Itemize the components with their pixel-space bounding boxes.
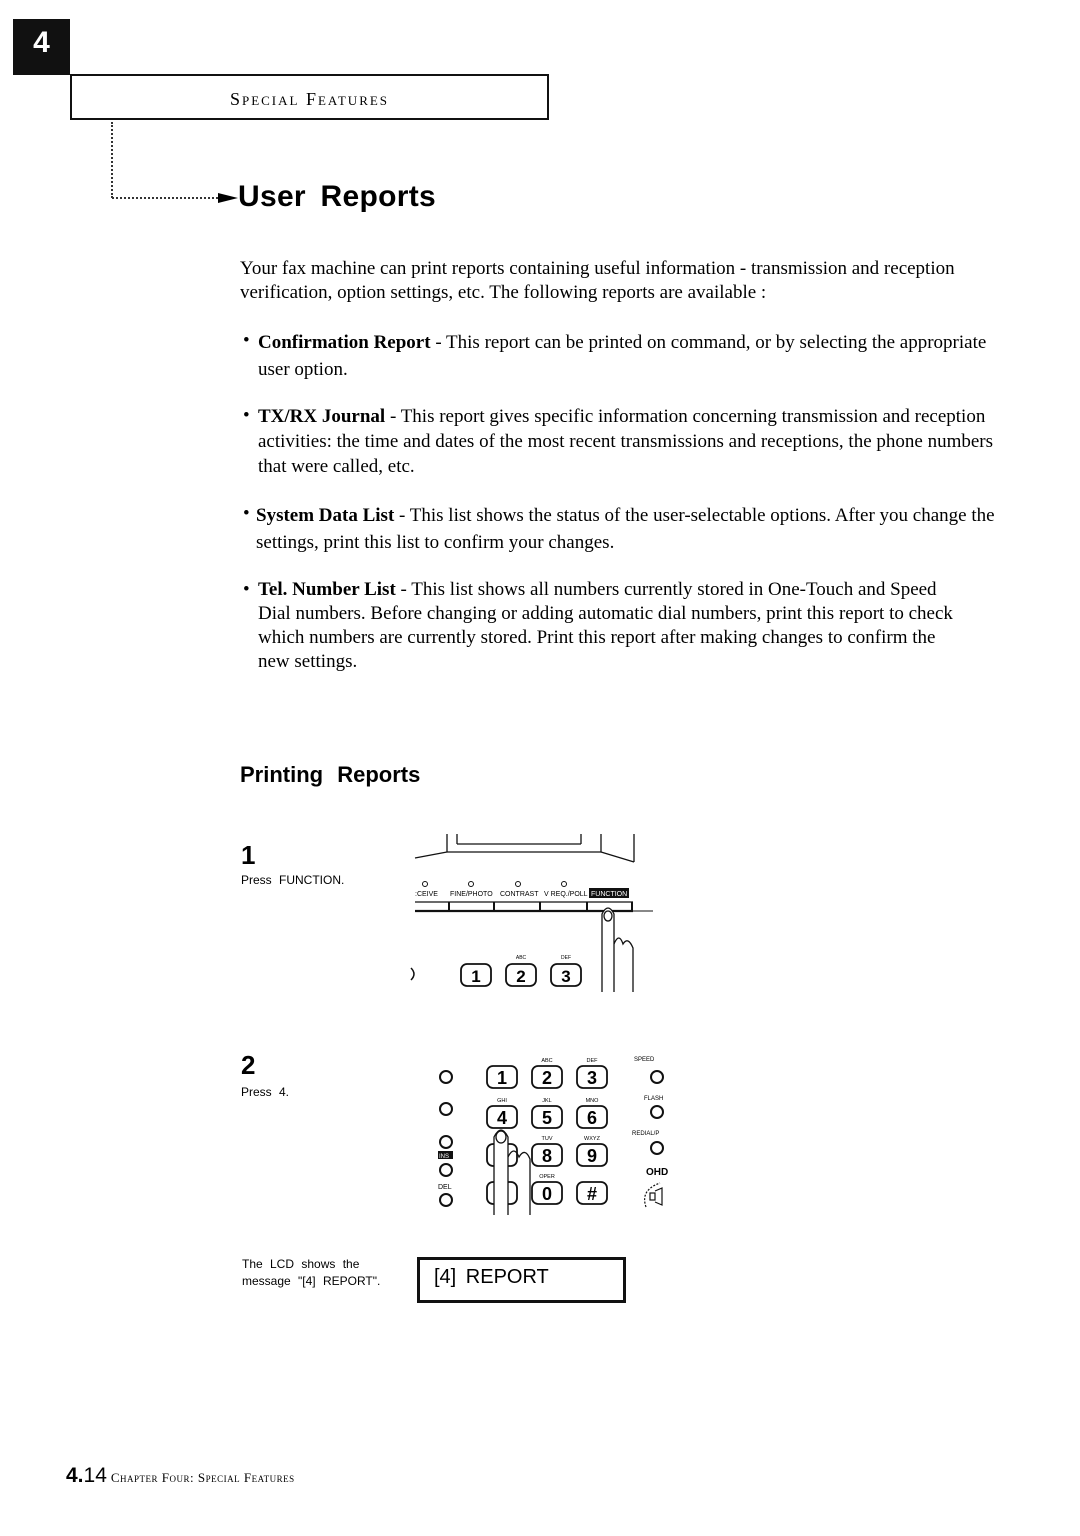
key-digit: 4 — [497, 1108, 507, 1128]
key-digit: 1 — [471, 967, 480, 986]
key-digit: 2 — [542, 1068, 552, 1088]
report-name: System Data List — [256, 505, 395, 526]
lcd-housing — [414, 834, 635, 863]
step-caption: Press 4. — [241, 1085, 290, 1099]
key-letters: DEF — [587, 1058, 599, 1064]
flash-label: FLASH — [644, 1096, 663, 1102]
report-name: TX/RX Journal — [258, 406, 386, 427]
page-number-major: 4. — [66, 1464, 84, 1487]
section-title: Special Features — [229, 89, 390, 109]
step-number: 2 — [241, 1050, 256, 1080]
key-digit: 9 — [587, 1146, 597, 1166]
report-name: Tel. Number List — [258, 579, 396, 600]
speed-label: SPEED — [634, 1057, 655, 1063]
speaker-icon — [644, 1182, 663, 1208]
page-title: User Reports — [238, 180, 436, 213]
arrow-right-icon — [218, 193, 238, 203]
key-edge — [410, 967, 415, 981]
report-name: Confirmation Report — [258, 332, 431, 353]
chapter-number: 4 — [33, 26, 50, 59]
button-label-receive: :CEIVE — [415, 891, 438, 898]
step-caption: Press FUNCTION. — [241, 873, 345, 887]
key-digit: 3 — [561, 967, 570, 986]
dotted-connector-vertical — [111, 122, 113, 198]
panel-button-strip — [415, 901, 653, 913]
right-function-buttons — [650, 1070, 664, 1155]
lcd-display: [4] REPORT — [417, 1257, 626, 1303]
report-item-confirmation: • Confirmation Report - This report can … — [243, 329, 1003, 383]
key-digit: 6 — [587, 1108, 597, 1128]
key-letters: TUV — [542, 1136, 553, 1142]
led-indicators — [422, 881, 567, 887]
chapter-tab: 4 — [13, 19, 70, 75]
ohd-label: OHD — [646, 1167, 668, 1178]
section-heading-printing-reports: Printing Reports — [240, 762, 421, 787]
redial-label: REDIAL/P — [632, 1131, 659, 1137]
key-digit: 8 — [542, 1146, 552, 1166]
key-letters: WXYZ — [584, 1136, 601, 1142]
key-letters: OPER — [539, 1174, 555, 1180]
key-letters: ABC — [541, 1058, 552, 1064]
button-label-function: FUNCTION — [591, 891, 627, 898]
del-label: DEL — [438, 1184, 452, 1191]
lcd-text: [4] REPORT — [434, 1266, 549, 1288]
footer-chapter-title: Chapter Four: Special Features — [110, 1470, 295, 1485]
report-item-txrx-journal: • TX/RX Journal - This report gives spec… — [243, 404, 1003, 479]
step-number: 1 — [241, 840, 256, 870]
key-digit: 1 — [497, 1068, 507, 1088]
key-digit: 2 — [516, 967, 525, 986]
key-digit: 5 — [542, 1108, 552, 1128]
button-label-contrast: CONTRAST — [500, 891, 539, 898]
key-digit: 0 — [542, 1184, 552, 1204]
keypad-partial: 1 ABC 2 DEF 3 — [410, 955, 582, 987]
bullet-icon: • — [243, 579, 250, 600]
key-letters: ABC — [516, 955, 527, 961]
hand-pointer-icon — [601, 907, 634, 992]
key-letters: DEF — [561, 955, 571, 961]
page-number-minor: 14 — [83, 1464, 107, 1487]
button-label-fine-photo: FINE/PHOTO — [450, 891, 493, 898]
report-item-tel-number-list: • Tel. Number List - This list shows all… — [243, 578, 963, 674]
ins-label: INS — [439, 1154, 449, 1160]
panel-button-labels: :CEIVE FINE/PHOTO CONTRAST V REQ./POLL F… — [415, 888, 629, 898]
step-caption: The LCD shows the message "[4] REPORT". — [242, 1257, 381, 1288]
dotted-connector-horizontal — [112, 197, 222, 199]
fax-panel-illustration: :CEIVE FINE/PHOTO CONTRAST V REQ./POLL F… — [410, 834, 653, 992]
report-item-system-data-list: • System Data List - This list shows the… — [243, 502, 1003, 556]
key-letters: JKL — [542, 1098, 551, 1104]
key-letters: MNO — [586, 1098, 600, 1104]
key-letters: GHI — [497, 1098, 507, 1104]
button-label-vreq-poll: V REQ./POLL — [544, 891, 588, 898]
section-header-box: Special Features — [70, 74, 549, 120]
bullet-icon: • — [243, 503, 250, 524]
key-digit: 3 — [587, 1068, 597, 1088]
hand-pointer-icon — [493, 1129, 531, 1215]
key-digit: # — [587, 1184, 597, 1204]
keypad-illustration: INS DEL 12ABC3DEF4GHI5JKL6MNOP8TUV9WXYZ0… — [438, 1057, 668, 1215]
bullet-icon: • — [243, 330, 250, 351]
bullet-icon: • — [243, 405, 250, 426]
page-footer: 4.14 Chapter Four: Special Features — [66, 1464, 295, 1488]
intro-paragraph: Your fax machine can print reports conta… — [240, 258, 955, 303]
